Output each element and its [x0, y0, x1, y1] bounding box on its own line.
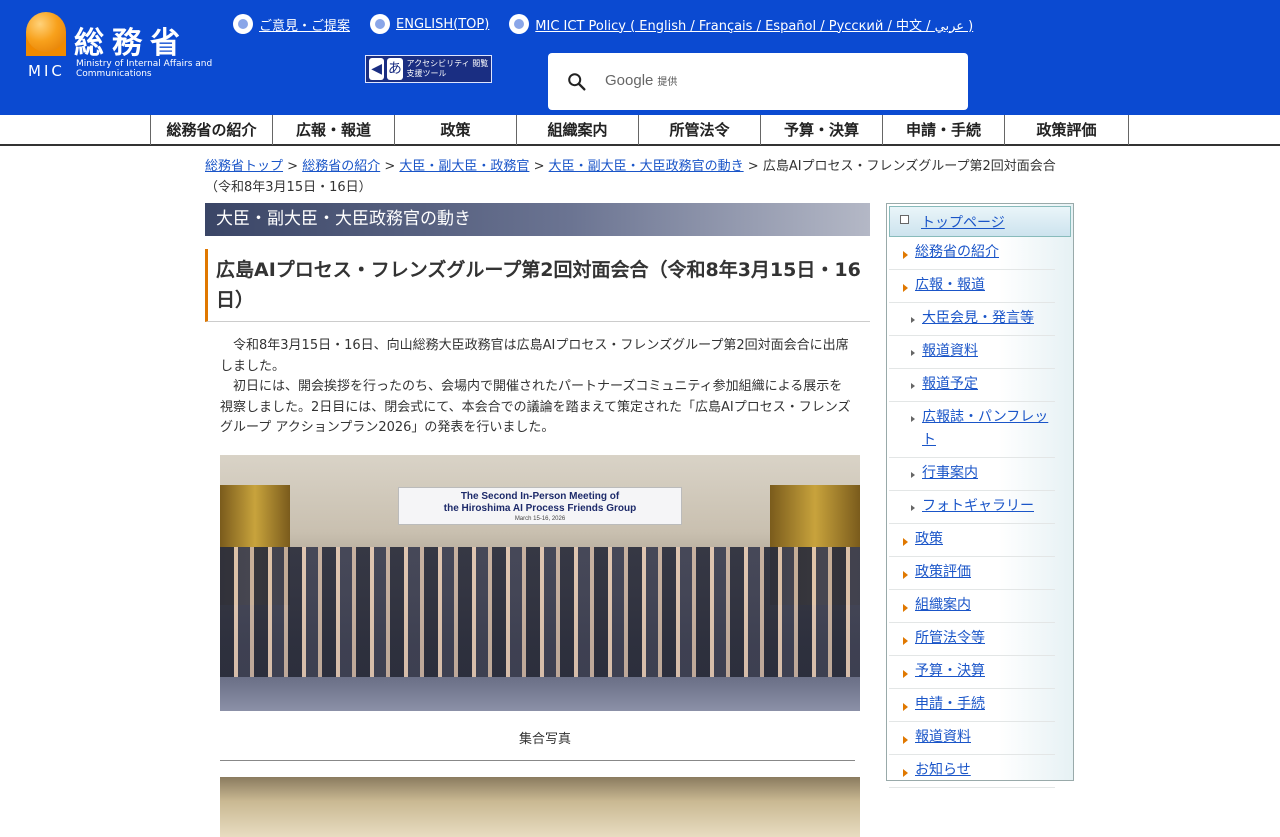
gnav-item-budget[interactable]: 予算・決算: [760, 115, 882, 145]
photo-banner: The Second In-Person Meeting of the Hiro…: [398, 486, 682, 525]
accessibility-tool-button[interactable]: ◀ あ アクセシビリティ 閲覧支援ツール: [365, 55, 492, 83]
square-bullet-icon: [900, 215, 909, 224]
mic-logo[interactable]: 総務省 MIC Ministry of Internal Affairs and…: [26, 12, 216, 80]
sidenav-item[interactable]: 組織案内: [889, 590, 1055, 623]
sidenav-item[interactable]: 申請・手続: [889, 689, 1055, 722]
sidenav-item[interactable]: 政策評価: [889, 557, 1055, 590]
gnav-item-laws[interactable]: 所管法令: [638, 115, 760, 145]
breadcrumb-link[interactable]: 総務省トップ: [205, 159, 283, 174]
article-body: 令和8年3月15日・16日、向山総務大臣政務官は広島AIプロセス・フレンズグルー…: [205, 336, 870, 439]
photo-people: [220, 546, 860, 677]
gnav-item-policy[interactable]: 政策: [394, 115, 516, 145]
sidenav-item[interactable]: 所管法令等: [889, 623, 1055, 656]
breadcrumb-link[interactable]: 大臣・副大臣・大臣政務官の動き: [549, 159, 744, 174]
sidenav-item[interactable]: 報道資料: [889, 722, 1055, 755]
second-photo: [220, 776, 860, 837]
radio-bullet-icon: [370, 14, 391, 34]
logo-kanji: 総務省: [74, 26, 188, 61]
logo-subtitle: Ministry of Internal Affairs and Communi…: [76, 59, 213, 79]
toplink-opinion[interactable]: ご意見・ご提案: [233, 14, 350, 34]
search-icon[interactable]: [566, 71, 588, 93]
sidenav-item[interactable]: 総務省の紹介: [889, 237, 1055, 270]
global-nav: 総務省の紹介 広報・報道 政策 組織案内 所管法令 予算・決算 申請・手続 政策…: [0, 115, 1280, 146]
breadcrumb-link[interactable]: 大臣・副大臣・政務官: [399, 159, 529, 174]
main-content: 大臣・副大臣・大臣政務官の動き 広島AIプロセス・フレンズグループ第2回対面会合…: [205, 203, 870, 837]
paragraph: 初日には、開会挨拶を行ったのち、会場内で開催されたパートナーズコミュニティ参加組…: [220, 379, 851, 435]
search-input[interactable]: Google 提供: [605, 72, 677, 89]
gnav-item-intro[interactable]: 総務省の紹介: [150, 115, 272, 145]
photo-floor: [220, 676, 860, 711]
gnav-item-evaluation[interactable]: 政策評価: [1004, 115, 1129, 145]
sidenav-subitem[interactable]: 報道資料: [889, 336, 1055, 369]
sidenav-item[interactable]: お知らせ: [889, 755, 1055, 788]
group-photo: The Second In-Person Meeting of the Hiro…: [220, 454, 860, 711]
sidenav-subitem[interactable]: 大臣会見・発言等: [889, 303, 1055, 336]
sidenav-subitem[interactable]: 広報誌・パンフレット: [889, 402, 1055, 458]
site-header: 総務省 MIC Ministry of Internal Affairs and…: [0, 0, 1280, 115]
sidenav-item[interactable]: 政策: [889, 524, 1055, 557]
paragraph: 令和8年3月15日・16日、向山総務大臣政務官は広島AIプロセス・フレンズグルー…: [220, 338, 849, 374]
divider: [220, 759, 855, 761]
speaker-icon: ◀: [369, 58, 385, 80]
radio-bullet-icon: [233, 14, 253, 34]
side-nav: トップページ 総務省の紹介 広報・報道 大臣会見・発言等 報道資料 報道予定 広…: [886, 203, 1074, 788]
gnav-item-organization[interactable]: 組織案内: [516, 115, 638, 145]
sidenav-list: 総務省の紹介 広報・報道 大臣会見・発言等 報道資料 報道予定 広報誌・パンフレ…: [889, 237, 1071, 788]
logo-mic: MIC: [28, 62, 65, 80]
breadcrumb-link[interactable]: 総務省の紹介: [302, 159, 380, 174]
breadcrumb: 総務省トップ > 総務省の紹介 > 大臣・副大臣・政務官 > 大臣・副大臣・大臣…: [205, 159, 1056, 195]
photo-caption: 集合写真: [518, 731, 571, 747]
logo-ball-icon: [26, 12, 66, 52]
search-suffix: 提供: [657, 77, 678, 88]
section-heading: 大臣・副大臣・大臣政務官の動き: [205, 203, 870, 236]
sidenav-top-item[interactable]: トップページ: [889, 206, 1071, 237]
top-links: ご意見・ご提案 ENGLISH(TOP) MIC ICT Policy ( En…: [233, 14, 993, 34]
toplink-english[interactable]: ENGLISH(TOP): [370, 14, 489, 34]
gnav-item-applications[interactable]: 申請・手続: [882, 115, 1004, 145]
google-brand: Google: [605, 72, 654, 89]
page-title: 広島AIプロセス・フレンズグループ第2回対面会合（令和8年3月15日・16日）: [205, 249, 870, 322]
radio-bullet-icon: [509, 14, 530, 34]
search-box[interactable]: Google 提供: [548, 53, 968, 110]
toplink-ict-policy[interactable]: MIC ICT Policy ( English / Français / Es…: [509, 14, 973, 34]
hiragana-icon: あ: [387, 58, 403, 80]
sidenav-item[interactable]: 予算・決算: [889, 656, 1055, 689]
sidenav-subitem[interactable]: フォトギャラリー: [889, 491, 1055, 524]
sidenav-subitem[interactable]: 報道予定: [889, 369, 1055, 402]
sidenav-item[interactable]: 広報・報道: [889, 270, 1055, 303]
accessibility-label: アクセシビリティ 閲覧支援ツール: [406, 59, 489, 78]
gnav-item-press[interactable]: 広報・報道: [272, 115, 394, 145]
sidenav-subitem[interactable]: 行事案内: [889, 458, 1055, 491]
